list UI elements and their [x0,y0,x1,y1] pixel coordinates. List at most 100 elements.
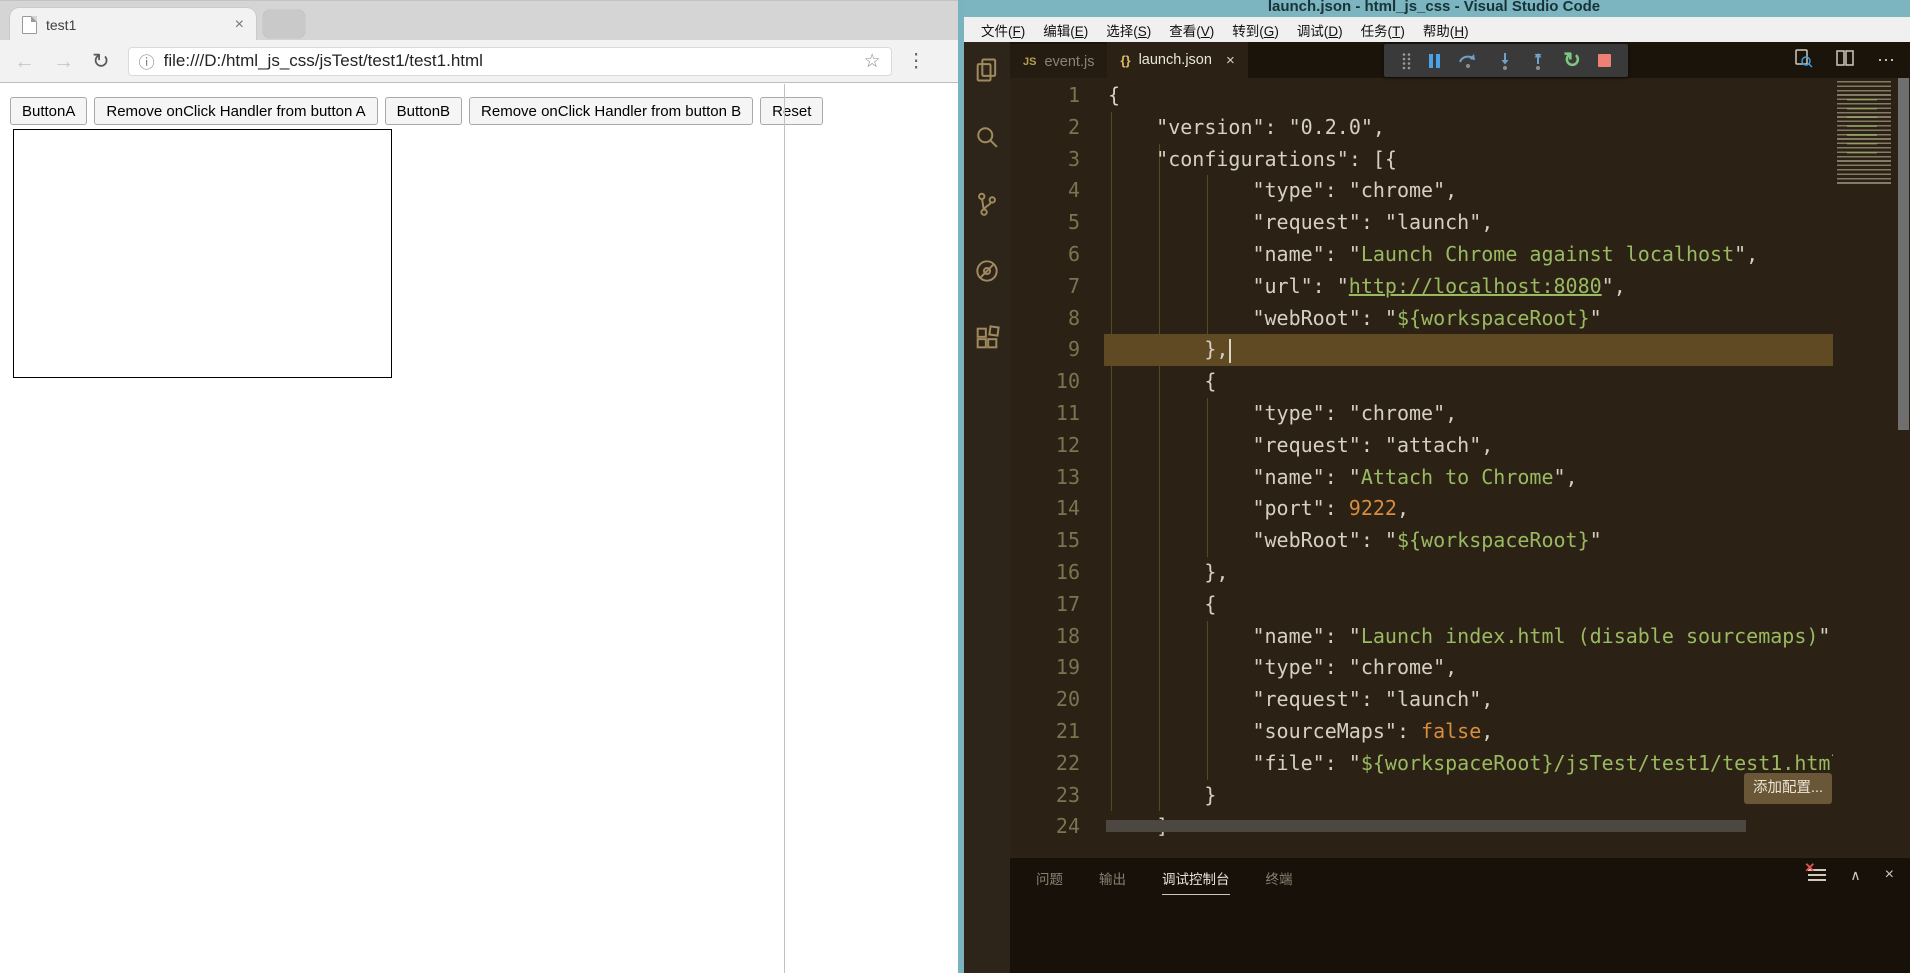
code-line-7[interactable]: 7 "url": "http://localhost:8080", [1010,271,1833,303]
menu-item[interactable]: 选择(S) [1097,20,1160,40]
code-line-8[interactable]: 8 "webRoot": "${workspaceRoot}" [1010,303,1833,335]
panel-actions: ✕ ∧ × [1804,860,1894,884]
code-line-2[interactable]: 2 "version": "0.2.0", [1010,112,1833,144]
code-line-9[interactable]: 9}, [1010,334,1833,367]
minimap[interactable] [1833,78,1897,858]
bookmark-star-icon[interactable]: ☆ [864,50,881,73]
menu-item[interactable]: 编辑(E) [1034,20,1097,40]
menu-item[interactable]: 查看(V) [1160,20,1223,40]
vertical-scrollbar[interactable] [1897,78,1910,858]
vscode-menubar: 文件(F) 编辑(E) 选择(S) 查看(V) 转到(G) 调试(D) 任务(T) 帮助(H) [964,17,1910,42]
code-line-6[interactable]: 6 "name": "Launch Chrome against localhos… [1010,239,1833,271]
tab-close-icon[interactable]: × [235,16,244,33]
split-editor-icon[interactable] [1835,48,1855,73]
code-line-5[interactable]: 5 "request": "launch", [1010,207,1833,239]
page-button[interactable]: Remove onClick Handler from button A [94,97,378,125]
tab-close-icon[interactable]: × [1226,52,1235,69]
refresh-icon[interactable]: ↻ [92,51,110,72]
browser-menu-icon[interactable]: ⋮ [907,50,927,73]
code-token: "configurations": [{ [1156,146,1397,171]
page-button[interactable]: ButtonA [10,97,88,125]
code-editor[interactable]: 1{2 "version": "0.2.0", 3 "configurations":… [1010,78,1910,858]
maximize-panel-icon[interactable]: ∧ [1850,867,1860,884]
file-type-icon: {} [1120,52,1131,68]
code-token: ${workspaceRoot}/jsTest/test1/test1.html [1360,750,1833,775]
line-number: 3 [1067,146,1080,171]
code-line-11[interactable]: 11 "type": "chrome", [1010,398,1833,430]
window-title: launch.json - html_js_css - Visual Studi… [1267,0,1601,15]
restart-button[interactable]: ↻ [1563,50,1581,71]
line-number: 8 [1067,305,1080,330]
code-token: "version": "0.2.0", [1156,114,1385,139]
clear-console-icon[interactable]: ✕ [1804,860,1827,883]
page-button[interactable]: Reset [760,97,824,125]
code-token: http://localhost:8080 [1348,273,1602,298]
horizontal-scrollbar-thumb[interactable] [1106,820,1746,832]
address-bar[interactable]: ⓘ file:///D:/html_js_css/jsTest/test1/te… [127,46,892,76]
menu-item[interactable]: 帮助(H) [1414,20,1478,40]
forward-icon[interactable]: → [53,51,74,72]
pause-button[interactable] [1428,53,1440,68]
open-preview-icon[interactable] [1793,48,1813,73]
more-actions-icon[interactable]: ⋯ [1877,50,1896,71]
code-line-21[interactable]: 21 "sourceMaps": false, [1010,716,1833,748]
url-text[interactable]: file:///D:/html_js_css/jsTest/test1/test… [164,51,864,71]
code-token: ", [1734,241,1759,266]
line-number: 4 [1067,178,1080,203]
code-token: } [1204,782,1217,807]
line-number: 19 [1055,655,1080,680]
close-panel-icon[interactable]: × [1885,866,1894,884]
browser-toolbar: ← → ↻ ⓘ file:///D:/html_js_css/jsTest/te… [0,40,958,83]
panel-tab-终端[interactable]: 终端 [1266,868,1293,895]
add-configuration-button[interactable]: 添加配置... [1744,773,1832,804]
code-token: "request": "launch", [1252,687,1494,712]
step-into-button[interactable] [1497,51,1513,71]
editor-tab-event.js[interactable]: JS event.js [1010,43,1108,80]
line-number: 24 [1055,814,1080,839]
panel-tab-输出[interactable]: 输出 [1099,868,1126,895]
debug-icon[interactable] [973,257,1001,285]
drag-grip-icon[interactable] [1401,52,1412,70]
menu-item[interactable]: 转到(G) [1223,20,1288,40]
code-line-3[interactable]: 3 "configurations": [{ [1010,144,1833,176]
code-line-19[interactable]: 19 "type": "chrome", [1010,652,1833,684]
code-line-16[interactable]: 16}, [1010,557,1833,589]
code-line-13[interactable]: 13 "name": "Attach to Chrome", [1010,462,1833,494]
code-line-4[interactable]: 4 "type": "chrome", [1010,175,1833,207]
code-line-12[interactable]: 12 "request": "attach", [1010,430,1833,462]
code-line-17[interactable]: 17 { [1010,589,1833,621]
line-number: 5 [1067,210,1080,235]
browser-tab-test1[interactable]: test1 × [10,8,256,41]
code-line-10[interactable]: 10 { [1010,366,1833,398]
code-line-1[interactable]: 1{ [1010,80,1833,112]
explorer-icon[interactable] [973,56,1001,84]
code-line-15[interactable]: 15 "webRoot": "${workspaceRoot}" [1010,525,1833,557]
menu-item[interactable]: 任务(T) [1352,20,1414,40]
search-icon[interactable] [973,123,1001,151]
code-line-14[interactable]: 14 "port": 9222, [1010,493,1833,525]
back-icon[interactable]: ← [14,51,35,72]
line-number: 9 [1067,337,1080,362]
background-tab-stub[interactable] [263,10,305,38]
step-over-button[interactable] [1457,51,1479,71]
menu-item[interactable]: 调试(D) [1288,20,1352,40]
page-info-icon[interactable]: ⓘ [139,49,155,73]
stop-button[interactable] [1598,54,1612,67]
code-token: "name": " [1252,464,1361,489]
code-token: ", [1553,464,1578,489]
step-out-button[interactable] [1530,51,1546,71]
scrollbar-thumb[interactable] [1898,78,1909,430]
page-button[interactable]: Remove onClick Handler from button B [469,97,754,125]
source-control-icon[interactable] [973,190,1001,218]
code-line-20[interactable]: 20 "request": "launch", [1010,684,1833,716]
code-line-23[interactable]: 23} [1010,780,1833,812]
editor-tab-launch.json[interactable]: {} launch.json × [1107,42,1248,78]
line-number: 17 [1055,591,1080,616]
panel-tab-问题[interactable]: 问题 [1036,868,1063,895]
code-line-18[interactable]: 18 "name": "Launch index.html (disable so… [1010,621,1833,653]
page-button[interactable]: ButtonB [384,97,463,125]
extensions-icon[interactable] [973,324,1001,352]
code-line-22[interactable]: 22 "file": "${workspaceRoot}/jsTest/test1… [1010,748,1833,780]
menu-item[interactable]: 文件(F) [972,20,1034,40]
panel-tab-调试控制台[interactable]: 调试控制台 [1162,868,1230,895]
